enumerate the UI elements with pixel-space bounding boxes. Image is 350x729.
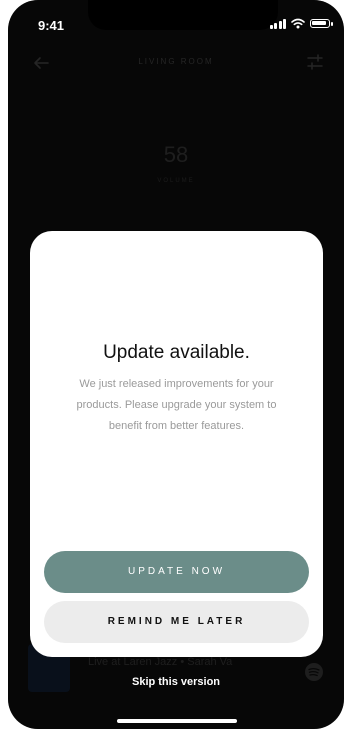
status-time: 9:41 — [38, 18, 65, 33]
app-screen: LIVING ROOM 58 VOLUME Live at Laren Jazz… — [8, 0, 344, 729]
skip-version-link[interactable]: Skip this version — [8, 676, 344, 688]
status-icons — [269, 18, 333, 29]
wifi-icon — [291, 18, 305, 29]
home-indicator[interactable] — [117, 719, 237, 723]
dialog-message: We just released improvements for your p… — [76, 378, 277, 432]
cellular-signal-icon — [269, 18, 286, 29]
battery-icon — [310, 19, 333, 28]
update-dialog: Update available. We just released impro… — [30, 231, 323, 657]
remind-me-later-button[interactable]: REMIND ME LATER — [44, 601, 309, 643]
device-frame: LIVING ROOM 58 VOLUME Live at Laren Jazz… — [0, 0, 350, 729]
device-notch — [88, 0, 278, 30]
update-now-button[interactable]: UPDATE NOW — [44, 551, 309, 593]
dialog-title: Update available. — [103, 342, 250, 363]
